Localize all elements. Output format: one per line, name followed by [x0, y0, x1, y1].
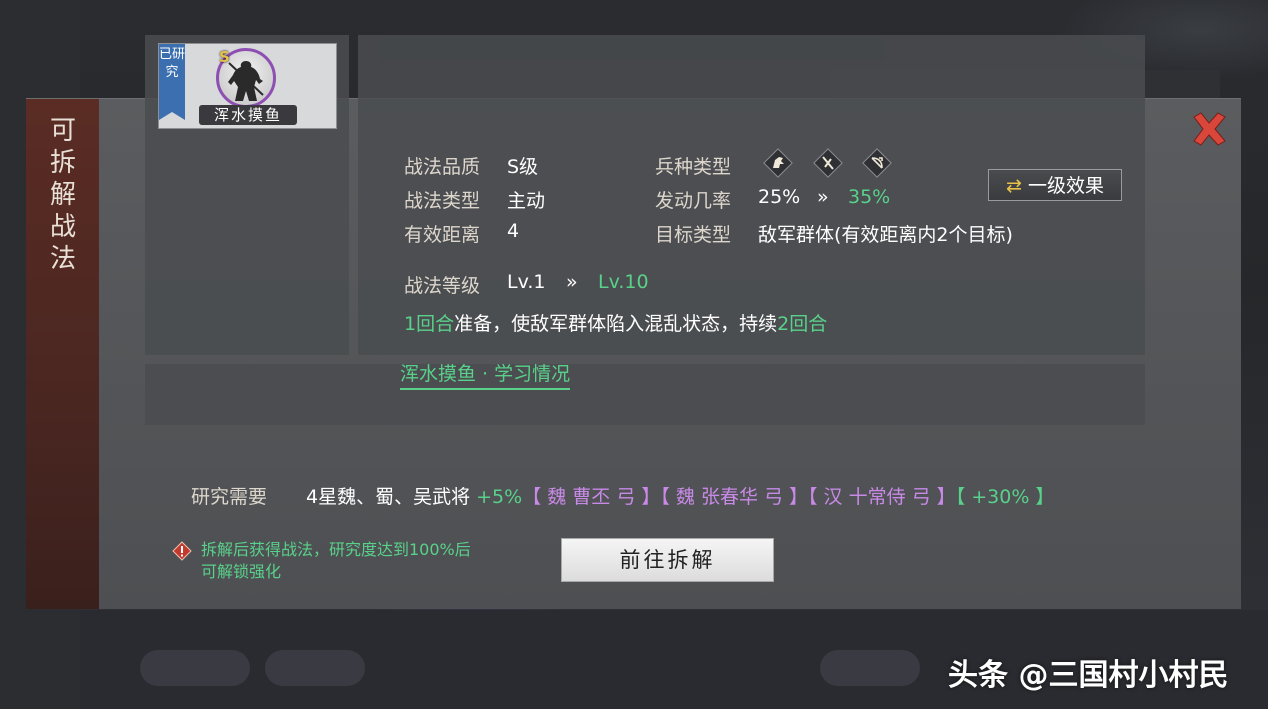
quality-label: 战法品质: [404, 156, 481, 178]
notice-line-1: 拆解后获得战法，研究度达到100%后: [201, 540, 471, 559]
researched-tag: 已研究: [159, 44, 185, 120]
quality-value: S级: [507, 156, 539, 178]
learn-status-link[interactable]: 浑水摸鱼 · 学习情况: [400, 359, 571, 390]
cavalry-icon: [763, 148, 793, 178]
effect-level-label: 一级效果: [1027, 175, 1104, 197]
skill-description: 1回合准备，使敌军群体陷入混乱状态，持续2回合: [404, 309, 827, 336]
prep-rounds: 1回合: [404, 313, 455, 335]
background-bottom-item: [820, 650, 920, 686]
level-current: Lv.1: [507, 271, 546, 293]
skill-card[interactable]: 已研究 S 浑水摸鱼: [158, 43, 337, 129]
level-max: Lv.10: [598, 271, 649, 293]
skill-card-name: 浑水摸鱼: [199, 105, 297, 125]
double-arrow-icon: »: [566, 271, 578, 293]
target-type-value: 敌军群体(有效距离内2个目标): [758, 224, 1013, 246]
dismantle-notice: 拆解后获得战法，研究度达到100%后 可解锁强化: [201, 539, 471, 583]
shield-troop-icon: [813, 148, 843, 178]
range-value: 4: [507, 220, 520, 242]
background-bottom-item: [265, 650, 365, 686]
close-icon[interactable]: [1189, 109, 1229, 149]
notice-line-2: 可解锁强化: [201, 562, 282, 581]
troop-type-label: 兵种类型: [655, 156, 732, 178]
level-label: 战法等级: [404, 275, 481, 297]
effect-level-toggle-button[interactable]: ⇄ 一级效果: [988, 169, 1122, 201]
trigger-rate-label: 发动几率: [655, 190, 732, 212]
background-bottom-item: [140, 650, 250, 686]
type-value: 主动: [507, 190, 546, 212]
target-type-label: 目标类型: [655, 224, 732, 246]
requirement-label: 研究需要: [191, 486, 268, 508]
research-requirement-panel: [145, 364, 1145, 425]
archer-icon: [862, 148, 892, 178]
go-dismantle-button[interactable]: 前往拆解: [561, 538, 774, 582]
skill-grade: S: [219, 48, 230, 66]
warning-icon: [172, 541, 192, 561]
duration-rounds: 2回合: [777, 313, 828, 335]
swap-icon: ⇄: [1006, 175, 1022, 197]
range-label: 有效距离: [404, 224, 481, 246]
requirement-total: 【 +30% 】: [955, 486, 1055, 508]
description-text: 准备，使敌军群体陷入混乱状态，持续: [454, 313, 778, 335]
watermark: 头条 @三国村小村民: [948, 658, 1229, 693]
requirement-bonus: +5%: [476, 486, 523, 508]
dialog-title: 可拆解战法: [49, 116, 76, 274]
requirement-detail: 4星魏、蜀、吴武将 +5%【 魏 曹丕 弓 】【 魏 张春华 弓 】【 汉 十常…: [306, 482, 1054, 509]
dialog-side-banner: 可拆解战法: [26, 99, 99, 609]
requirement-base: 4星魏、蜀、吴武将: [306, 486, 471, 508]
type-label: 战法类型: [404, 190, 481, 212]
trigger-rate-current: 25%: [758, 186, 801, 208]
requirement-generals: 【 魏 曹丕 弓 】【 魏 张春华 弓 】【 汉 十常侍 弓 】: [522, 486, 956, 508]
trigger-rate-max: 35%: [848, 186, 891, 208]
double-arrow-icon: »: [817, 186, 829, 208]
